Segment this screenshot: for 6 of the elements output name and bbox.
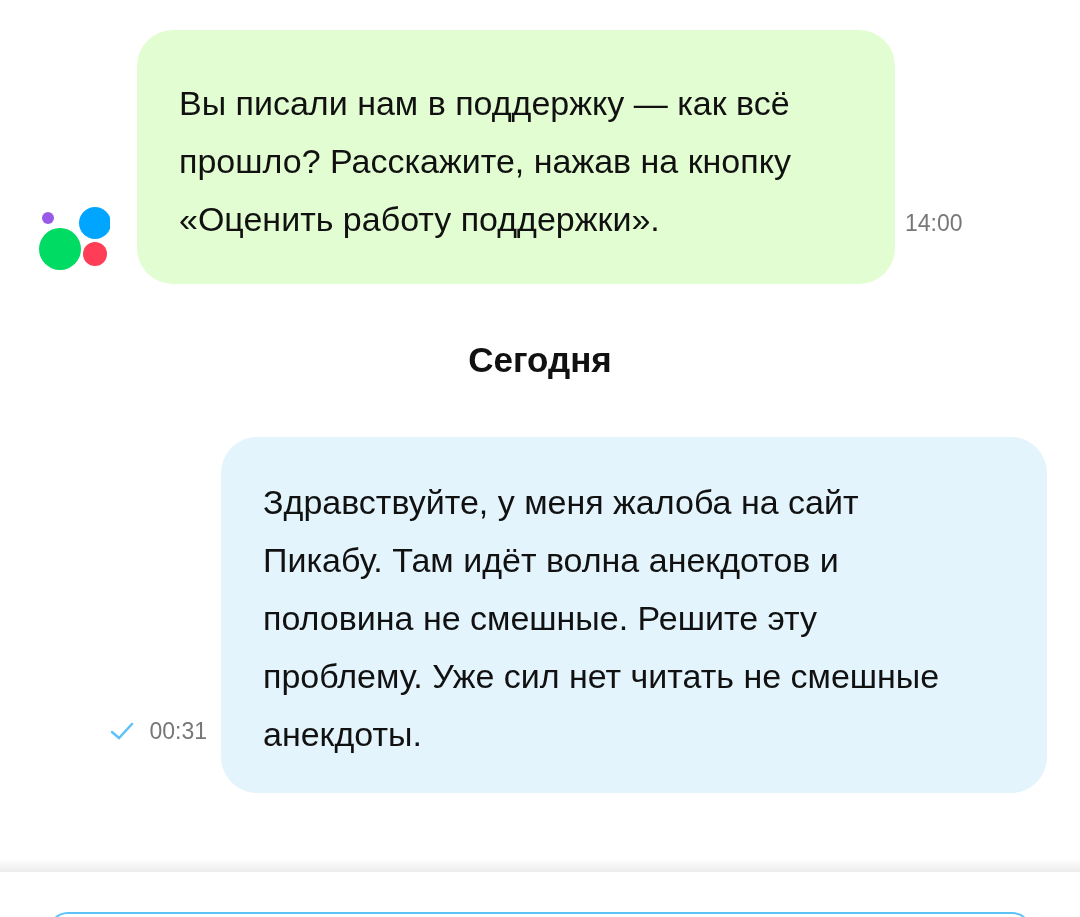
message-text: Здравствуйте, у меня жалоба на сайт Пикабу. Там идёт волна анекдотов и половина не смешные. Решите эту проблему. Уже сил нет читать не смешные анекдоты. — [263, 481, 941, 755]
message-text: Вы писали нам в поддержку — как всё прошло? Расскажите, нажав на кнопку «Оценить работу поддержки». — [179, 83, 792, 240]
message-time: 14:00 — [905, 208, 963, 238]
logo-icon — [38, 206, 110, 270]
date-separator: Сегодня — [468, 339, 612, 381]
message-time: 00:31 — [149, 717, 207, 746]
